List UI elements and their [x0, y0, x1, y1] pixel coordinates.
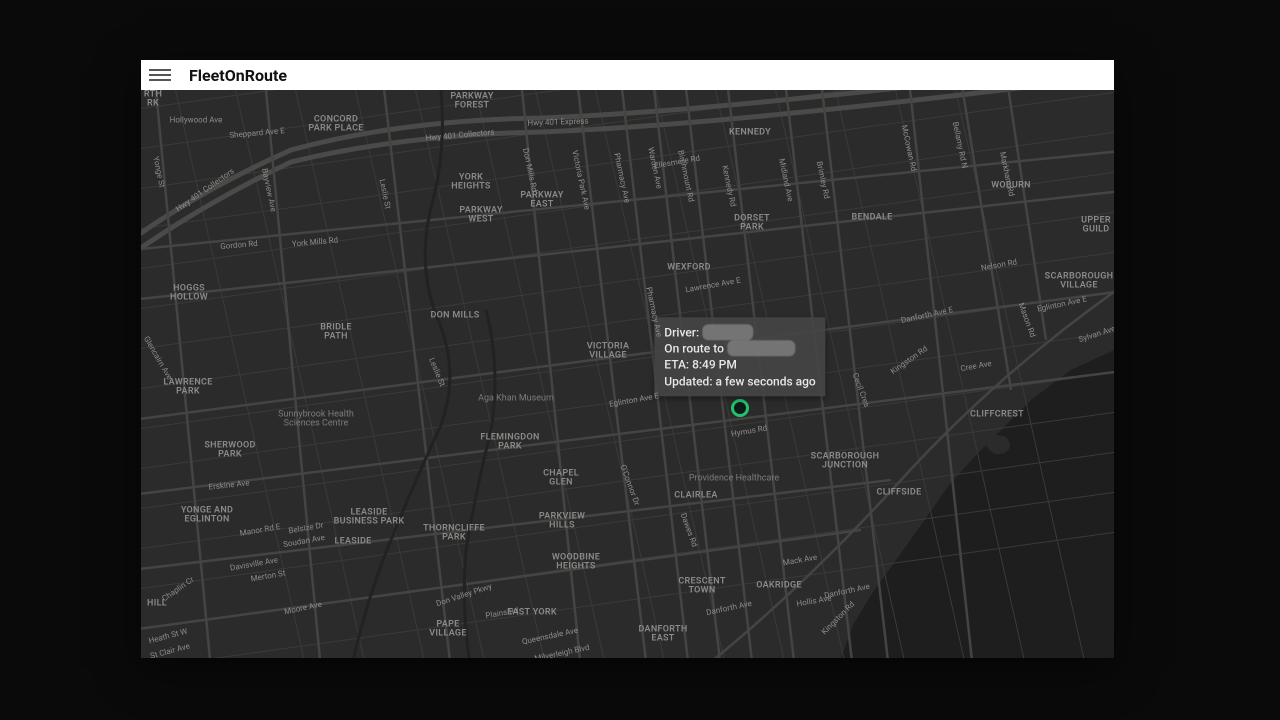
driver-label: Driver:: [664, 325, 699, 339]
tooltip-driver-row: Driver: ██████: [664, 324, 815, 340]
app-title: FleetOnRoute: [189, 66, 287, 85]
updated-label: Updated:: [664, 374, 712, 388]
tooltip-route-row: On route to ████████: [664, 340, 815, 356]
vehicle-marker[interactable]: [731, 399, 749, 417]
map-canvas[interactable]: Driver: ██████ On route to ████████ ETA:…: [141, 90, 1114, 658]
driver-name: ██████: [702, 324, 753, 340]
app-window: FleetOnRoute: [141, 60, 1114, 658]
vehicle-tooltip: Driver: ██████ On route to ████████ ETA:…: [654, 317, 825, 396]
eta-label: ETA:: [664, 358, 689, 372]
eta-value: 8:49 PM: [692, 358, 737, 372]
hamburger-menu-icon[interactable]: [149, 64, 171, 86]
tooltip-updated-row: Updated: a few seconds ago: [664, 373, 815, 389]
destination: ████████: [727, 340, 795, 356]
header-bar: FleetOnRoute: [141, 60, 1114, 90]
map-network: [141, 90, 1114, 658]
route-label: On route to: [664, 341, 724, 355]
tooltip-eta-row: ETA: 8:49 PM: [664, 357, 815, 373]
updated-value: a few seconds ago: [715, 374, 815, 388]
